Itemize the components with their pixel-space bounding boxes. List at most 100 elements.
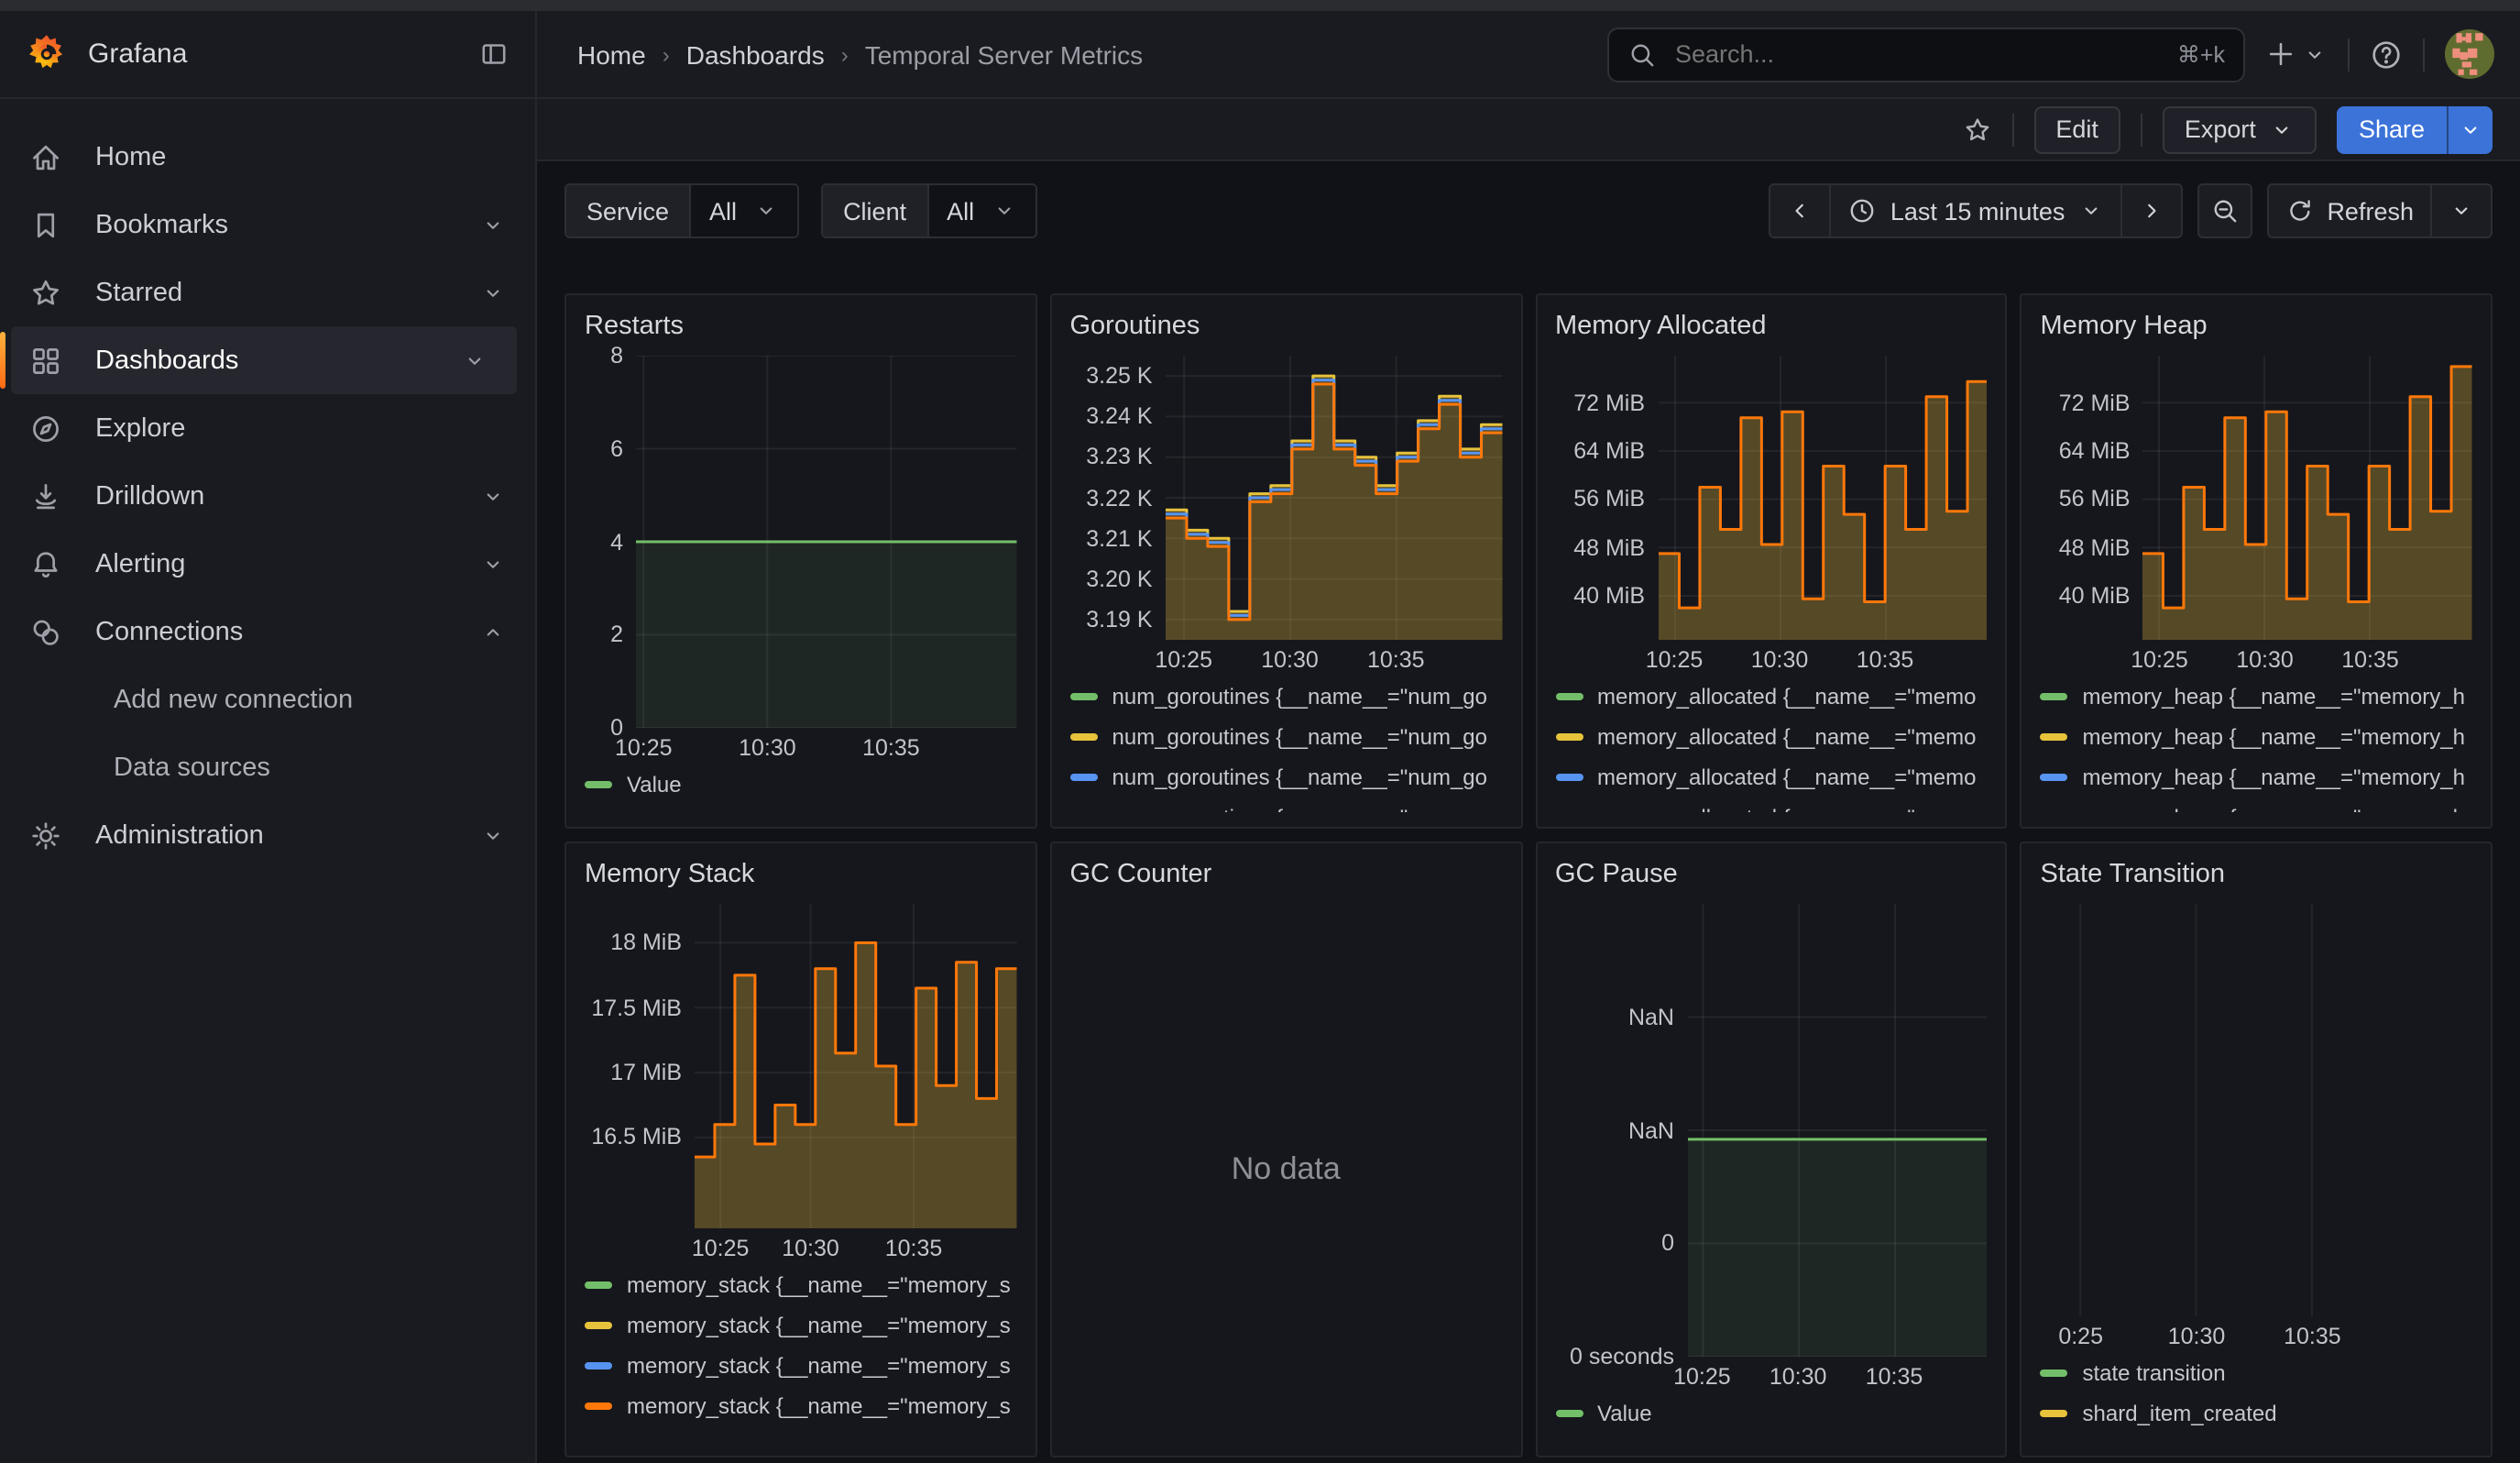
sidebar-item-connections[interactable]: Connections bbox=[0, 598, 535, 666]
help-icon[interactable] bbox=[2370, 38, 2403, 71]
legend-series-swatch bbox=[585, 1362, 612, 1370]
filter-value-dropdown[interactable]: All bbox=[926, 185, 1035, 236]
legend-series-label: num_goroutines {__name__="num_go bbox=[1112, 805, 1488, 812]
share-menu-button[interactable] bbox=[2447, 105, 2493, 153]
sidebar-item-dashboards[interactable]: Dashboards bbox=[11, 326, 517, 394]
plot-area: 86420 bbox=[585, 356, 1017, 728]
sidebar-item-drilldown[interactable]: Drilldown bbox=[0, 462, 535, 530]
panel-title[interactable]: Goroutines bbox=[1070, 308, 1503, 348]
legend-item[interactable]: num_goroutines {__name__="num_go bbox=[1070, 676, 1503, 717]
search-box[interactable]: ⌘+k bbox=[1607, 27, 2245, 82]
legend-series-label: state transition bbox=[2083, 1360, 2226, 1386]
legend-item[interactable]: memory_allocated {__name__="memo bbox=[1555, 717, 1988, 757]
plot-area: 72 MiB64 MiB56 MiB48 MiB40 MiB bbox=[2041, 356, 2473, 640]
legend-item[interactable]: Value bbox=[585, 764, 1017, 805]
time-shift-forward-button[interactable] bbox=[2120, 185, 2180, 236]
legend-series-label: Value bbox=[627, 772, 682, 798]
dock-sidebar-icon[interactable] bbox=[478, 38, 509, 70]
clock-icon bbox=[1848, 196, 1878, 226]
divider bbox=[2423, 38, 2425, 71]
share-button[interactable]: Share bbox=[2337, 105, 2447, 153]
sidebar-item-explore[interactable]: Explore bbox=[0, 394, 535, 462]
plot-area: NaNNaN00 seconds bbox=[1555, 904, 1988, 1357]
panel-title[interactable]: State Transition bbox=[2041, 856, 2473, 896]
refresh-button[interactable]: Refresh bbox=[2268, 185, 2430, 236]
variable-filter-client[interactable]: ClientAll bbox=[821, 183, 1036, 238]
sidebar-item-administration[interactable]: Administration bbox=[0, 801, 535, 869]
legend-item[interactable]: memory_heap {__name__="memory_h bbox=[2041, 757, 2473, 798]
legend-series-label: memory_heap {__name__="memory_h bbox=[2083, 805, 2465, 812]
legend-series-label: memory_heap {__name__="memory_h bbox=[2083, 764, 2465, 790]
legend-item[interactable]: state transition bbox=[2041, 1353, 2473, 1393]
legend-item[interactable]: memory_allocated {__name__="memo bbox=[1555, 757, 1988, 798]
panel-title[interactable]: GC Pause bbox=[1555, 856, 1988, 896]
y-axis-labels: 72 MiB64 MiB56 MiB48 MiB40 MiB bbox=[2041, 356, 2143, 640]
breadcrumb-item[interactable]: Dashboards bbox=[686, 39, 825, 69]
legend-item[interactable]: memory_allocated {__name__="memo bbox=[1555, 676, 1988, 717]
sidebar-item-starred[interactable]: Starred bbox=[0, 258, 535, 326]
sidebar-item-bookmarks[interactable]: Bookmarks bbox=[0, 191, 535, 258]
time-shift-back-button[interactable] bbox=[1771, 185, 1830, 236]
filter-value-dropdown[interactable]: All bbox=[689, 185, 797, 236]
legend-item[interactable]: num_goroutines {__name__="num_go bbox=[1070, 717, 1503, 757]
search-shortcut: ⌘+k bbox=[2177, 40, 2225, 68]
export-button[interactable]: Export bbox=[2163, 105, 2317, 153]
grafana-logo bbox=[26, 33, 68, 75]
panel-title[interactable]: GC Counter bbox=[1070, 856, 1503, 896]
panel-title[interactable]: Memory Allocated bbox=[1555, 308, 1988, 348]
legend-item[interactable]: num_goroutines {__name__="num_go bbox=[1070, 757, 1503, 798]
sidebar-item-alerting[interactable]: Alerting bbox=[0, 530, 535, 598]
sidebar-item-data-sources[interactable]: Data sources bbox=[0, 733, 535, 801]
panel-title[interactable]: Restarts bbox=[585, 308, 1017, 348]
legend-item[interactable]: memory_stack {__name__="memory_s bbox=[585, 1305, 1017, 1346]
panel-title[interactable]: Memory Stack bbox=[585, 856, 1017, 896]
chevron-down-icon bbox=[991, 198, 1016, 224]
legend-item[interactable]: memory_stack {__name__="memory_s bbox=[585, 1386, 1017, 1426]
avatar[interactable] bbox=[2445, 29, 2494, 79]
share-split-button[interactable]: Share bbox=[2337, 105, 2493, 153]
legend-item[interactable]: memory_stack {__name__="memory_s bbox=[585, 1346, 1017, 1386]
legend-item[interactable]: memory_stack {__name__="memory_s bbox=[585, 1265, 1017, 1305]
x-tick-label: 10:35 bbox=[1367, 647, 1425, 673]
x-tick-label: 10:30 bbox=[1261, 647, 1319, 673]
dashboard-toolbar: Edit Export Share bbox=[537, 99, 2520, 161]
panel-grid: Restarts8642010:2510:3010:35ValueGorouti… bbox=[564, 293, 2493, 1458]
add-button[interactable] bbox=[2265, 38, 2328, 70]
time-range-picker[interactable]: Last 15 minutes bbox=[1830, 185, 2120, 236]
variable-filter-service[interactable]: ServiceAll bbox=[564, 183, 799, 238]
legend-item[interactable]: Value bbox=[1555, 1393, 1988, 1434]
y-tick-label: 72 MiB bbox=[1573, 390, 1645, 415]
x-tick-label: 10:25 bbox=[692, 1236, 750, 1261]
legend-item[interactable]: memory_heap {__name__="memory_h bbox=[2041, 676, 2473, 717]
breadcrumb-separator: › bbox=[841, 41, 849, 67]
refresh-interval-button[interactable] bbox=[2430, 185, 2491, 236]
y-tick-label: 40 MiB bbox=[2059, 583, 2131, 609]
star-icon[interactable] bbox=[1962, 115, 1991, 144]
search-input[interactable] bbox=[1671, 38, 2163, 70]
sidebar-item-home[interactable]: Home bbox=[0, 123, 535, 191]
plot-area: 18 MiB17.5 MiB17 MiB16.5 MiB bbox=[585, 904, 1017, 1228]
zoom-out-button[interactable] bbox=[2197, 183, 2252, 238]
legend: memory_heap {__name__="memory_hmemory_he… bbox=[2041, 676, 2473, 812]
legend-series-label: num_goroutines {__name__="num_go bbox=[1112, 724, 1488, 750]
plot-area: 3.25 K3.24 K3.23 K3.22 K3.21 K3.20 K3.19… bbox=[1070, 356, 1503, 640]
legend-item[interactable]: memory_heap {__name__="memory_h bbox=[2041, 717, 2473, 757]
edit-button[interactable]: Edit bbox=[2033, 105, 2120, 153]
legend-item[interactable]: num_goroutines {__name__="num_go bbox=[1070, 798, 1503, 812]
panel-title[interactable]: Memory Heap bbox=[2041, 308, 2473, 348]
content-area: Edit Export Share ServiceAll ClientAll bbox=[537, 99, 2520, 1463]
chevron-down-icon bbox=[2077, 198, 2103, 224]
legend-series-label: memory_stack {__name__="memory_s bbox=[627, 1393, 1011, 1419]
legend-item[interactable]: shard_item_created bbox=[2041, 1393, 2473, 1434]
legend-item[interactable]: memory_heap {__name__="memory_h bbox=[2041, 798, 2473, 812]
x-axis-labels: 10:2510:3010:35 bbox=[695, 1228, 1017, 1265]
legend-series-swatch bbox=[1555, 1410, 1583, 1418]
y-tick-label: 72 MiB bbox=[2059, 390, 2131, 415]
sidebar-item-add-new-connection[interactable]: Add new connection bbox=[0, 666, 535, 733]
legend-series-label: num_goroutines {__name__="num_go bbox=[1112, 764, 1488, 790]
legend-item[interactable]: memory_allocated {__name__="memo bbox=[1555, 798, 1988, 812]
breadcrumb-item[interactable]: Home bbox=[577, 39, 646, 69]
grafana-app: Grafana Home›Dashboards›Temporal Server … bbox=[0, 0, 2520, 1463]
chevron-up-icon bbox=[480, 619, 506, 644]
y-tick-label: 40 MiB bbox=[1573, 583, 1645, 609]
